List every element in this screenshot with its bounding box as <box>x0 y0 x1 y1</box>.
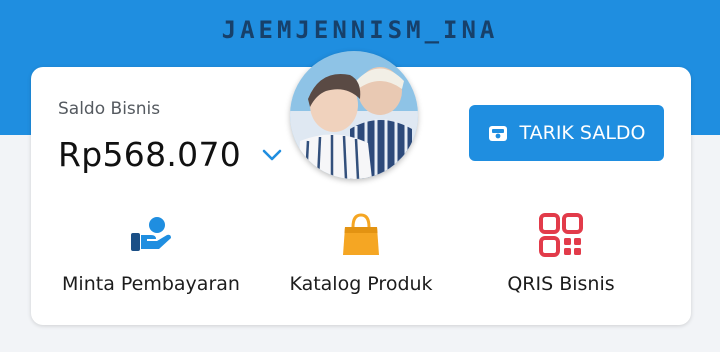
qris-business-label: QRIS Bisnis <box>507 273 615 295</box>
qris-business-action[interactable]: QRIS Bisnis <box>451 207 671 307</box>
balance-row: Rp568.070 <box>58 135 285 174</box>
withdraw-button[interactable]: TARIK SALDO <box>469 105 664 161</box>
profile-avatar[interactable] <box>290 51 418 179</box>
withdraw-button-label: TARIK SALDO <box>519 122 646 144</box>
shopping-bag-icon <box>337 211 385 259</box>
qr-code-icon <box>537 211 585 259</box>
app-header-title: JAEMJENNISM_INA <box>221 16 499 44</box>
product-catalog-action[interactable]: Katalog Produk <box>251 207 471 307</box>
balance-amount: Rp568.070 <box>58 135 242 174</box>
balance-card: Saldo Bisnis Rp568.070 TARIK SALDO Minta… <box>31 51 691 325</box>
request-payment-label: Minta Pembayaran <box>62 273 240 295</box>
quick-actions: Minta Pembayaran Katalog Produk QRIS Bis… <box>31 207 691 307</box>
product-catalog-label: Katalog Produk <box>289 273 433 295</box>
request-payment-action[interactable]: Minta Pembayaran <box>41 207 261 307</box>
hand-coin-icon <box>127 211 175 259</box>
balance-label: Saldo Bisnis <box>58 99 161 119</box>
chevron-down-icon[interactable] <box>259 142 285 168</box>
wallet-icon <box>487 122 509 144</box>
